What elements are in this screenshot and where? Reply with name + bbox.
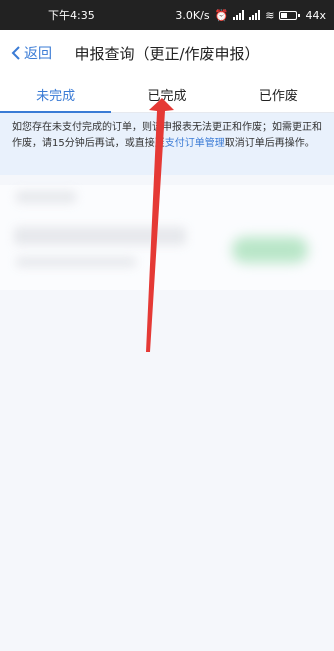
back-label: 返回 — [24, 46, 52, 62]
notice-text-after: 取消订单后再操作。 — [224, 138, 315, 149]
status-time: 下午4:35 — [48, 9, 95, 22]
battery-percent: 44x — [305, 8, 326, 22]
status-bar: 下午4:35 3.0K/s ⏰ ≋ 44x — [0, 0, 334, 30]
nav-bar: 返回 申报查询（更正/作废申报） — [0, 30, 334, 76]
placeholder-bar — [14, 227, 186, 245]
battery-level — [281, 12, 288, 18]
page-title: 申报查询（更正/作废申报） — [74, 44, 260, 63]
tab-incomplete[interactable]: 未完成 — [0, 76, 112, 113]
payment-order-link[interactable]: 支付订单管理 — [165, 138, 225, 149]
placeholder-bar — [16, 257, 136, 267]
tab-completed[interactable]: 已完成 — [111, 76, 222, 112]
notice-banner: 如您存在未支付完成的订单，则该申报表无法更正和作废；如需更正和作废，请15分钟后… — [0, 113, 334, 175]
tab-bar: 未完成 已完成 已作废 — [0, 76, 334, 113]
loading-placeholder — [0, 185, 334, 290]
alarm-off-icon: ⏰ — [214, 8, 229, 22]
battery-icon — [279, 10, 301, 20]
back-button[interactable]: 返回 — [10, 30, 52, 76]
chevron-left-icon — [11, 46, 20, 60]
status-right: 3.0K/s ⏰ ≋ 44x — [175, 9, 326, 22]
signal-icon — [233, 10, 245, 20]
placeholder-button — [232, 237, 308, 263]
placeholder-bar — [16, 191, 76, 203]
tab-voided[interactable]: 已作废 — [223, 76, 334, 112]
battery-value: 44 — [305, 8, 320, 22]
wifi-icon: ≋ — [265, 8, 275, 22]
network-speed: 3.0K/s — [175, 8, 210, 22]
signal-icon — [249, 10, 261, 20]
